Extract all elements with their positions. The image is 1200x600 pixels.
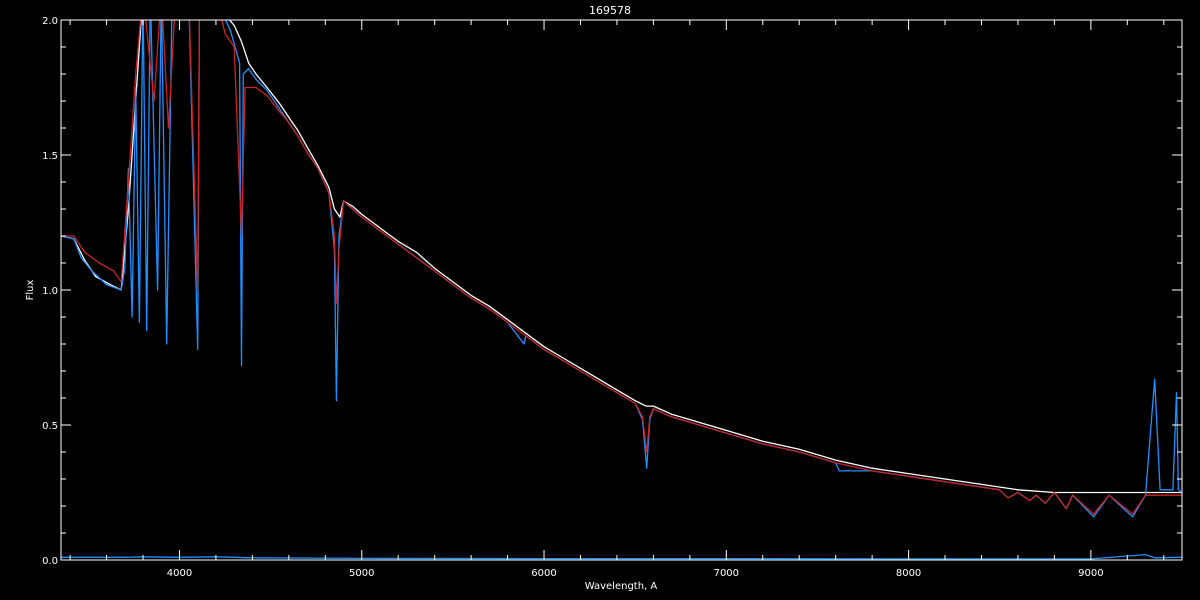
y-tick-label: 1.5 — [42, 151, 58, 162]
x-tick-label: 4000 — [167, 568, 192, 579]
x-tick-label: 9000 — [1078, 568, 1103, 579]
y-tick-label: 2.0 — [42, 16, 58, 27]
x-tick-label: 6000 — [531, 568, 556, 579]
y-tick-label: 1.0 — [42, 286, 58, 297]
x-tick-label: 5000 — [349, 568, 374, 579]
chart-title: 169578 — [589, 4, 631, 17]
x-tick-label: 7000 — [714, 568, 739, 579]
chart-background — [0, 0, 1200, 600]
y-axis-label: Flux — [25, 280, 36, 301]
y-tick-label: 0.5 — [42, 421, 58, 432]
x-axis-label: Wavelength, A — [585, 581, 658, 592]
x-tick-label: 8000 — [896, 568, 921, 579]
spectrum-chart: 169578 4000 5000 6000 7000 8000 9000 0.0 0.5 1.0… — [0, 0, 1200, 600]
y-tick-label: 0.0 — [42, 556, 58, 567]
